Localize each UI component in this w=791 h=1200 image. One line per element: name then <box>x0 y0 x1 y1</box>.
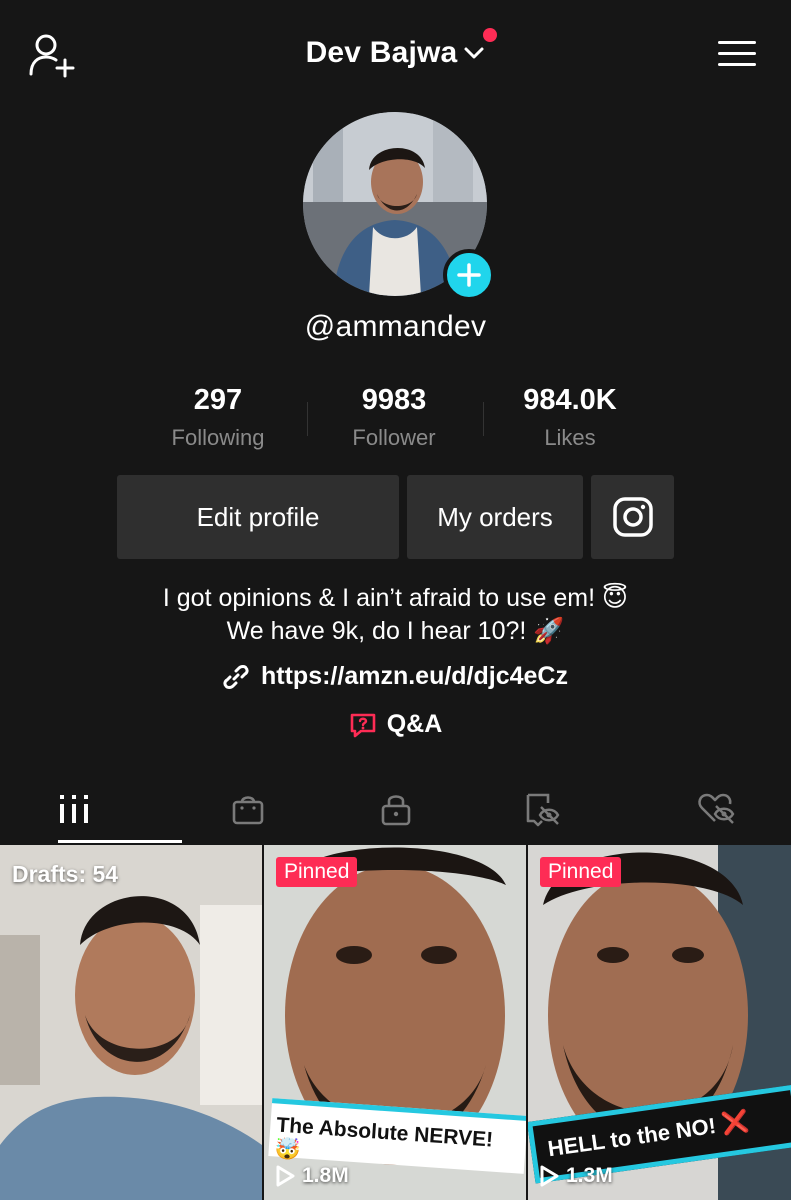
qa-label: Q&A <box>386 710 443 738</box>
profile-tabs <box>0 775 791 843</box>
bio-line-2: We have 9k, do I hear 10?! 🚀 <box>226 617 565 645</box>
stat-following[interactable]: 297 Following <box>130 380 306 460</box>
stat-likes[interactable]: 984.0K Likes <box>482 380 658 460</box>
edit-profile-button[interactable]: Edit profile <box>117 475 399 559</box>
bio-link-text: https://amzn.eu/d/djc4eCz <box>261 662 568 690</box>
video-tile[interactable]: Pinned The Absolute NERVE! 🤯 1.8M <box>264 845 526 1200</box>
drafts-tile[interactable]: Drafts: 54 <box>0 845 262 1200</box>
account-name: Dev Bajwa <box>305 36 458 69</box>
instagram-button[interactable] <box>591 475 674 559</box>
likes-count: 984.0K <box>523 384 617 416</box>
video-caption-text: HELL to the NO! <box>546 1112 718 1162</box>
add-photo-button[interactable] <box>443 249 495 301</box>
my-orders-button[interactable]: My orders <box>407 475 583 559</box>
video-thumbnail <box>0 845 262 1200</box>
stat-followers[interactable]: 9983 Follower <box>306 380 482 460</box>
tab-liked[interactable] <box>643 775 791 843</box>
profile-photo[interactable] <box>303 112 495 301</box>
plus-icon <box>457 263 481 287</box>
following-label: Following <box>171 425 265 450</box>
pinned-badge: Pinned <box>276 857 358 887</box>
lock-icon <box>381 795 410 826</box>
stat-divider <box>307 402 308 436</box>
tab-shop[interactable] <box>148 775 348 843</box>
video-grid: Drafts: 54 Pinned The Absolute NERVE! 🤯 … <box>0 845 791 1200</box>
stat-divider <box>483 402 484 436</box>
bio-link[interactable]: https://amzn.eu/d/djc4eCz <box>0 662 791 691</box>
profile-bio: I got opinions & I ain’t afraid to use e… <box>0 582 791 648</box>
likes-label: Likes <box>544 425 596 450</box>
profile-header: Dev Bajwa <box>0 0 791 110</box>
bio-line-1: I got opinions & I ain’t afraid to use e… <box>162 584 629 612</box>
notification-dot <box>483 28 498 42</box>
link-icon <box>223 664 249 689</box>
view-count-text: 1.8M <box>302 1164 349 1187</box>
follower-label: Follower <box>352 425 436 450</box>
tab-private[interactable] <box>348 775 443 843</box>
drafts-count: Drafts: 54 <box>12 861 119 887</box>
videos-grid-icon <box>60 795 88 823</box>
profile-stats: 297 Following 9983 Follower 984.0K Likes <box>130 380 660 460</box>
pinned-badge: Pinned <box>540 857 622 887</box>
tab-videos[interactable] <box>0 775 182 843</box>
tagged-hidden-icon <box>526 793 560 827</box>
play-icon <box>276 1165 295 1187</box>
play-icon <box>540 1165 559 1187</box>
menu-icon[interactable] <box>716 38 758 70</box>
follower-count: 9983 <box>361 384 427 416</box>
video-tile[interactable]: Pinned HELL to the NO! ❌ 1.3M <box>528 845 791 1200</box>
instagram-icon <box>612 497 653 537</box>
following-count: 297 <box>193 384 243 416</box>
view-count-text: 1.3M <box>566 1164 613 1187</box>
qa-link[interactable]: Q&A <box>0 710 791 739</box>
view-count: 1.3M <box>538 1164 613 1188</box>
qa-icon <box>350 713 376 737</box>
username: @ammandev <box>304 310 487 343</box>
liked-hidden-icon <box>698 793 735 824</box>
account-switcher[interactable]: Dev Bajwa <box>305 28 498 70</box>
view-count: 1.8M <box>274 1164 349 1188</box>
chevron-down-icon <box>464 47 484 59</box>
tab-tagged[interactable] <box>443 775 643 843</box>
cross-mark-icon: ❌ <box>720 1108 751 1137</box>
shopping-bag-icon <box>232 796 264 825</box>
